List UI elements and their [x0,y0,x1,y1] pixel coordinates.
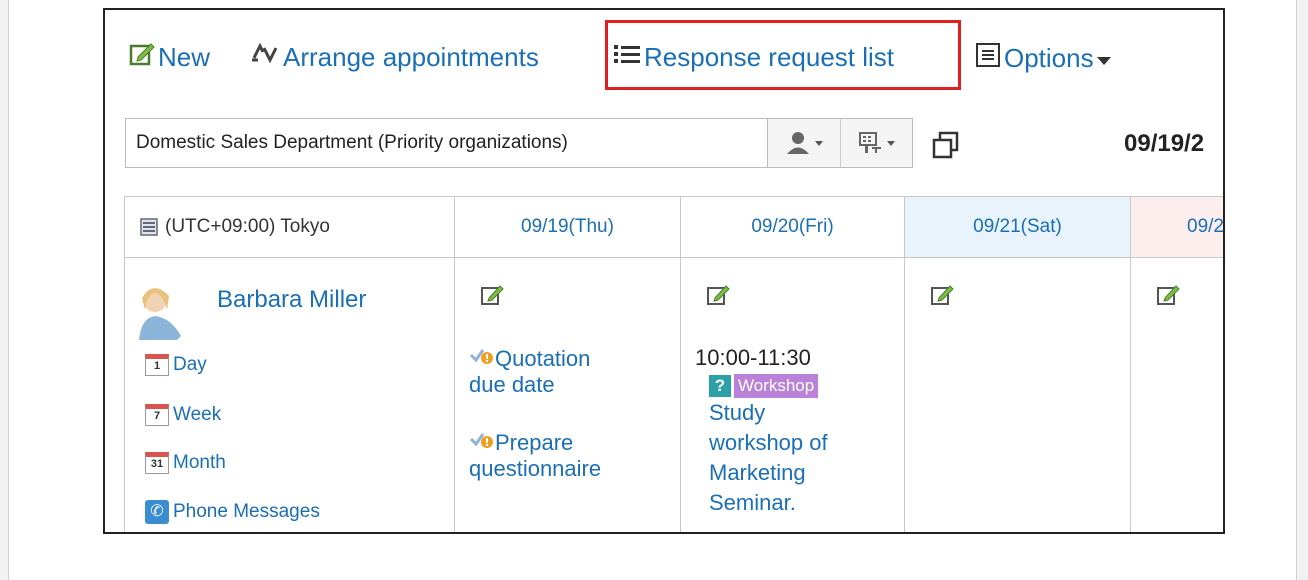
facility-filter-button[interactable] [839,119,913,167]
day-column-thu: 09/19(Thu) Quotation due date Prepare qu… [454,196,680,532]
arrange-icon [250,42,280,73]
date-header[interactable]: 09/19(Thu) [455,196,680,258]
highlight-frame [605,20,961,90]
appointment-workshop[interactable]: 10:00-11:30 ? Workshop Study workshop of … [695,344,828,518]
schedule-grid: (UTC+09:00) Tokyo Barbara Miller 1 Day 7… [124,196,1223,532]
month-label: Month [173,452,226,473]
schedule-screen: New Arrange appointments Response reques… [103,8,1225,534]
appointment-title-line: Marketing [709,460,806,486]
edit-icon[interactable] [481,284,505,311]
todo-check-icon [469,430,495,455]
user-column: (UTC+09:00) Tokyo Barbara Miller 1 Day 7… [124,196,454,532]
phone-label: Phone Messages [173,501,320,522]
timezone-label: (UTC+09:00) Tokyo [165,216,330,237]
todo-prepare[interactable]: Prepare questionnaire [469,430,601,482]
category-badge: Workshop [734,374,819,399]
options-icon [975,42,1001,75]
date-header[interactable]: 09/2 [1131,196,1223,258]
user-filter-button[interactable] [768,119,840,167]
new-schedule-icon [129,42,155,73]
new-button[interactable]: New [129,42,210,73]
current-date-heading: 09/19/2 [1124,130,1205,157]
filter-button-group [768,118,913,168]
phone-messages-link[interactable]: ✆ Phone Messages [145,500,320,524]
date-header[interactable]: 09/21(Sat) [905,196,1130,258]
todo-check-icon [469,346,495,371]
new-label: New [158,42,211,72]
appointment-time: 10:00-11:30 [695,345,811,370]
chevron-down-icon [1096,56,1111,65]
calendar-icon: 31 [145,452,169,474]
todo-title-line1: Prepare [495,430,574,455]
arrange-label: Arrange appointments [283,42,539,72]
user-filter-icon [786,132,809,154]
day-view-link[interactable]: 1 Day [145,354,207,376]
todo-title-line2: questionnaire [469,456,602,481]
chevron-down-icon [887,140,896,146]
page-frame: New Arrange appointments Response reques… [8,0,1297,580]
appointment-title-line: Study [709,400,766,426]
status-unknown-icon: ? [709,375,731,398]
date-header[interactable]: 09/20(Fri) [681,196,904,258]
day-column-sun: 09/2 [1130,196,1223,532]
facility-filter-icon [859,132,882,153]
user-name-link[interactable]: Barbara Miller [217,286,366,314]
organization-select[interactable]: Domestic Sales Department (Priority orga… [125,118,768,168]
phone-icon: ✆ [145,500,169,524]
timezone-header: (UTC+09:00) Tokyo [125,196,454,258]
day-column-fri: 09/20(Fri) 10:00-11:30 ? Workshop Study w… [680,196,904,532]
todo-quotation[interactable]: Quotation due date [469,346,590,398]
day-label: Day [173,354,207,375]
options-label: Options [1004,43,1094,73]
todo-title-line1: Quotation [495,346,591,371]
arrange-appointments-button[interactable]: Arrange appointments [250,42,539,73]
options-menu-button[interactable]: Options [975,42,1111,75]
edit-icon[interactable] [1157,284,1181,311]
timezone-icon [140,218,158,236]
avatar [137,284,187,345]
edit-icon[interactable] [931,284,955,311]
appointment-title-line: Seminar. [709,490,796,516]
appointment-title-line: workshop of [709,430,828,456]
calendar-icon: 1 [145,354,169,376]
todo-title-line2: due date [469,372,555,397]
week-label: Week [173,404,222,425]
toolbar: New Arrange appointments Response reques… [105,10,1223,90]
calendar-icon: 7 [145,404,169,426]
week-view-link[interactable]: 7 Week [145,404,221,426]
chevron-down-icon [814,140,823,146]
popout-icon [932,131,959,159]
month-view-link[interactable]: 31 Month [145,452,226,474]
popout-button[interactable] [931,130,961,160]
day-column-sat: 09/21(Sat) [904,196,1130,532]
edit-icon[interactable] [707,284,731,311]
